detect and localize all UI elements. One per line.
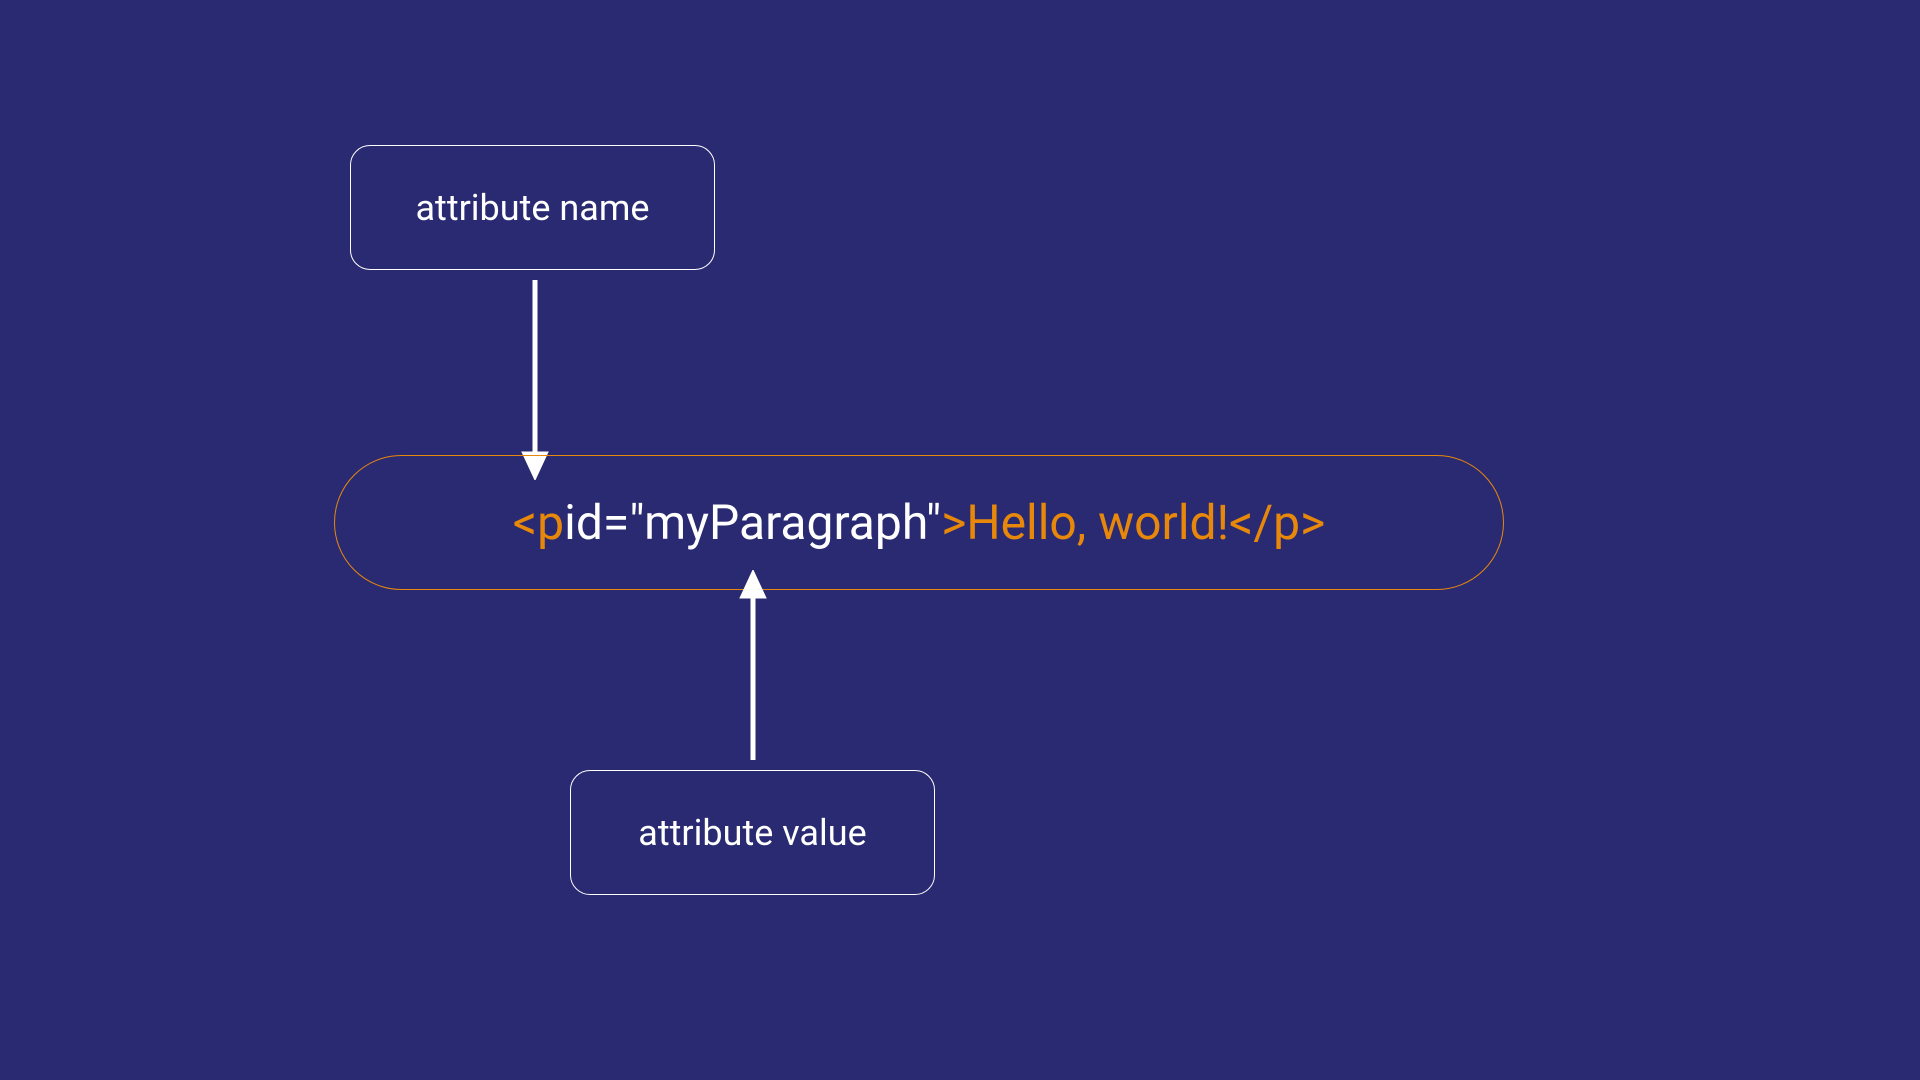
attribute-name-label: attribute name [350,145,715,270]
code-content: Hello, world! [966,494,1229,551]
arrow-down-icon [520,280,550,480]
attribute-value-text: attribute value [638,812,866,854]
attribute-value-label: attribute value [570,770,935,895]
attribute-name-text: attribute name [415,187,649,229]
code-open-tag: <p [513,494,564,551]
code-example-box: <p id="myParagraph">Hello, world!</p> [334,455,1504,590]
arrow-up-icon [738,570,768,760]
code-end-tag: </p> [1229,494,1325,551]
code-close-angle: > [941,494,966,551]
code-attribute: id="myParagraph" [564,494,941,551]
